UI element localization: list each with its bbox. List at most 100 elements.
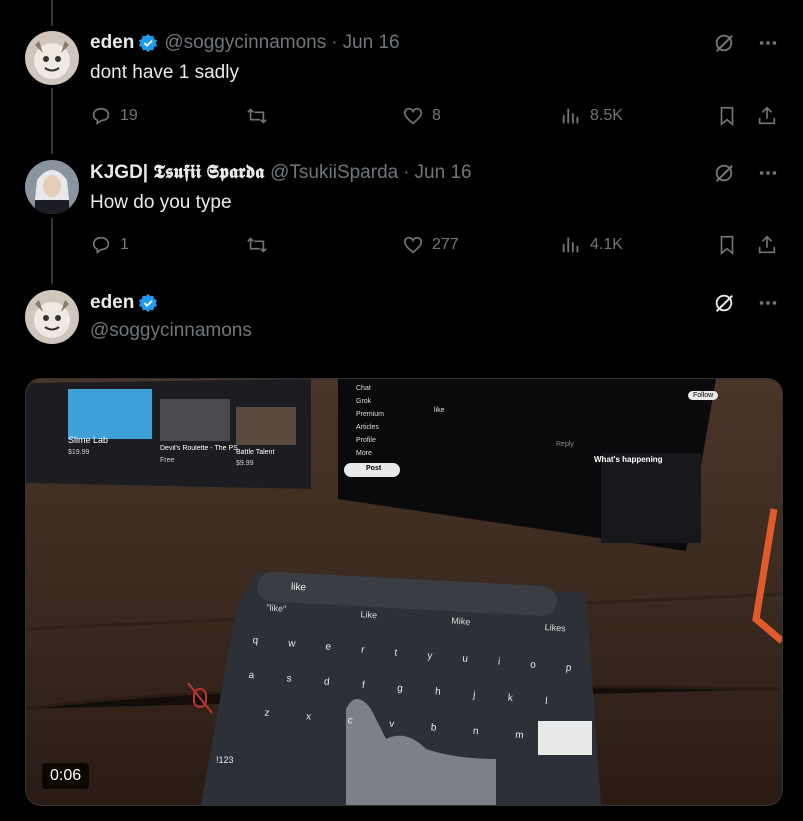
share-icon — [758, 235, 776, 254]
suggestion: Likes — [544, 622, 566, 634]
key: g — [396, 682, 404, 695]
key: c — [347, 714, 354, 727]
grok-icon[interactable] — [713, 32, 735, 54]
post-date[interactable]: Jun 16 — [415, 162, 472, 184]
key: s — [286, 673, 293, 685]
verified-badge-icon — [138, 33, 158, 53]
key: z — [264, 707, 270, 720]
nav-item-chat: Chat — [356, 385, 371, 392]
analytics-icon — [562, 237, 579, 253]
tweet-1[interactable]: eden @soggycinnamons · Jun 16 dont have … — [0, 0, 803, 150]
reply-icon — [92, 107, 110, 125]
repost-icon — [247, 237, 267, 253]
like-button[interactable]: 277 — [402, 234, 459, 256]
store-item-title: Battle Talent — [236, 449, 275, 456]
tweet-2[interactable]: KJGD| 𝕿𝖘𝖚𝖋𝖎𝖎 𝕾𝖕𝖆𝖗𝖉𝖆 @TsukiiSparda · Jun … — [0, 150, 803, 280]
key: o — [529, 659, 537, 671]
reply-button: Reply — [556, 441, 574, 448]
post-date[interactable]: Jun 16 — [343, 32, 400, 54]
author-handle[interactable]: @soggycinnamons — [90, 320, 252, 342]
nav-item-premium: Premium — [356, 411, 385, 418]
author-name[interactable]: eden — [90, 292, 134, 314]
like-button[interactable]: 8 — [402, 105, 441, 127]
key: k — [507, 692, 514, 705]
share-button[interactable] — [756, 234, 778, 256]
key: t — [393, 647, 398, 659]
suggestion: Mike — [451, 615, 471, 627]
key: p — [565, 662, 572, 674]
key: h — [434, 686, 442, 698]
reply-button[interactable]: 19 — [90, 105, 138, 127]
reply-button[interactable]: 1 — [90, 234, 129, 256]
view-count: 4.1K — [590, 236, 623, 253]
tweet-text: How do you type — [90, 192, 232, 213]
key: n — [472, 725, 480, 738]
compose-text: like — [434, 407, 445, 414]
author-name[interactable]: eden — [90, 32, 134, 54]
suggestion: Like — [360, 609, 378, 621]
reply-count: 19 — [120, 107, 138, 124]
key: u — [461, 653, 469, 665]
store-item-price: $9.99 — [236, 460, 254, 467]
views-button[interactable]: 4.1K — [560, 234, 623, 256]
store-item-price: Free — [160, 457, 175, 464]
like-count: 277 — [432, 236, 459, 253]
author-name[interactable]: KJGD| 𝕿𝖘𝖚𝖋𝖎𝖎 𝕾𝖕𝖆𝖗𝖉𝖆 — [90, 162, 264, 184]
verified-badge-icon — [138, 293, 158, 313]
reply-count: 1 — [120, 236, 129, 253]
more-icon[interactable] — [757, 162, 779, 184]
bookmark-button[interactable] — [716, 234, 738, 256]
views-button[interactable]: 8.5K — [560, 105, 623, 127]
key: v — [388, 718, 395, 731]
store-item-title: Slime Lab — [68, 435, 109, 445]
store-item-price: $19.99 — [68, 449, 90, 456]
nav-item-more: More — [356, 450, 372, 457]
nav-item-profile: Profile — [356, 437, 376, 444]
keyboard-input: like — [290, 581, 307, 594]
key: y — [426, 650, 433, 662]
avatar[interactable] — [25, 31, 79, 85]
key: i — [497, 656, 501, 668]
bookmark-button[interactable] — [716, 105, 738, 127]
video-player[interactable]: Slime Lab $19.99 Devil's Roulette - The … — [25, 378, 783, 806]
video-frame — [26, 379, 782, 805]
post-button: Post — [366, 465, 382, 472]
author-handle[interactable]: @soggycinnamons — [164, 32, 326, 54]
nav-item-grok: Grok — [356, 398, 372, 405]
key: x — [305, 711, 312, 723]
avatar[interactable] — [25, 160, 79, 214]
key: m — [514, 729, 524, 742]
tweet-text: dont have 1 sadly — [90, 62, 239, 83]
avatar[interactable] — [25, 290, 79, 344]
suggestion: "like" — [266, 602, 287, 614]
more-icon[interactable] — [757, 292, 779, 314]
view-count: 8.5K — [590, 107, 623, 124]
like-count: 8 — [432, 107, 441, 124]
store-panel — [26, 379, 311, 489]
whats-happening-heading: What's happening — [594, 455, 663, 464]
nav-item-articles: Articles — [356, 424, 379, 431]
separator: · — [403, 162, 410, 183]
separator: · — [331, 32, 338, 53]
grok-icon[interactable] — [713, 292, 735, 314]
repost-icon — [247, 108, 267, 124]
reply-icon — [92, 236, 110, 254]
key: r — [360, 644, 365, 656]
key: b — [430, 722, 437, 734]
key: q — [252, 635, 259, 647]
author-handle[interactable]: @TsukiiSparda — [270, 162, 398, 184]
heart-icon — [403, 107, 423, 125]
repost-button[interactable] — [246, 105, 268, 127]
share-button[interactable] — [756, 105, 778, 127]
grok-icon[interactable] — [713, 162, 735, 184]
repost-button[interactable] — [246, 234, 268, 256]
key: a — [248, 669, 255, 682]
heart-icon — [403, 236, 423, 254]
store-item-title: Devil's Roulette - The PS… — [160, 445, 240, 452]
more-icon[interactable] — [757, 32, 779, 54]
key: f — [361, 679, 366, 692]
numbers-key: !123 — [216, 755, 234, 765]
follow-button: Follow — [688, 391, 719, 400]
share-icon — [758, 106, 776, 125]
bookmark-icon — [720, 235, 734, 256]
